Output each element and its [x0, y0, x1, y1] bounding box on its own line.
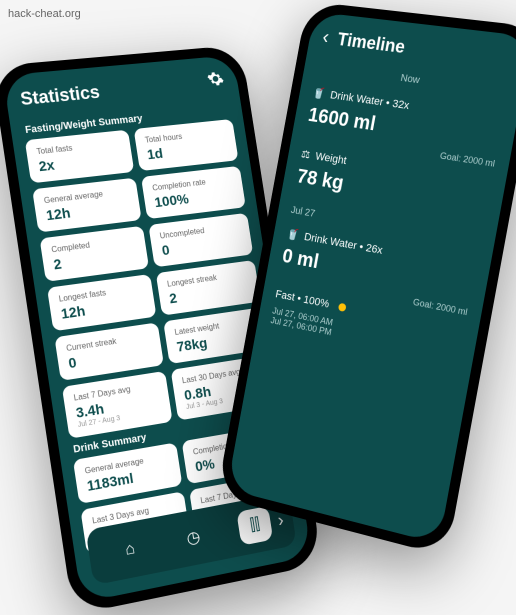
- gear-icon[interactable]: [206, 69, 226, 93]
- stat-card[interactable]: Uncompleted0: [148, 213, 253, 267]
- cup-icon: 🥤: [311, 86, 326, 100]
- phone-timeline: ‹ Timeline Now 🥤Drink Water • 32x 1600 m…: [217, 1, 516, 556]
- cup-icon: 🥤: [286, 227, 300, 242]
- stat-card[interactable]: Longest fasts12h: [47, 274, 157, 331]
- back-icon[interactable]: ‹: [321, 27, 331, 50]
- stat-card[interactable]: Current streak0: [54, 322, 164, 380]
- stat-card[interactable]: General average12h: [32, 178, 142, 233]
- scale-icon: ⚖: [300, 147, 311, 161]
- status-dot: [337, 303, 346, 312]
- stat-card[interactable]: Total fasts2x: [25, 130, 135, 184]
- nav-home-icon[interactable]: ⌂: [111, 530, 150, 571]
- stat-card[interactable]: Total hours1d: [134, 119, 239, 171]
- stat-card[interactable]: Longest streak2: [156, 260, 261, 316]
- weight-title: Weight: [314, 150, 347, 166]
- stat-card[interactable]: Completed2: [40, 226, 150, 282]
- nav-timer-icon[interactable]: ◷: [174, 518, 212, 558]
- watermark: hack-cheat.org: [8, 8, 81, 20]
- nav-stats-icon[interactable]: ⫿⫿: [237, 506, 274, 546]
- stat-card[interactable]: Completion rate100%: [141, 166, 246, 219]
